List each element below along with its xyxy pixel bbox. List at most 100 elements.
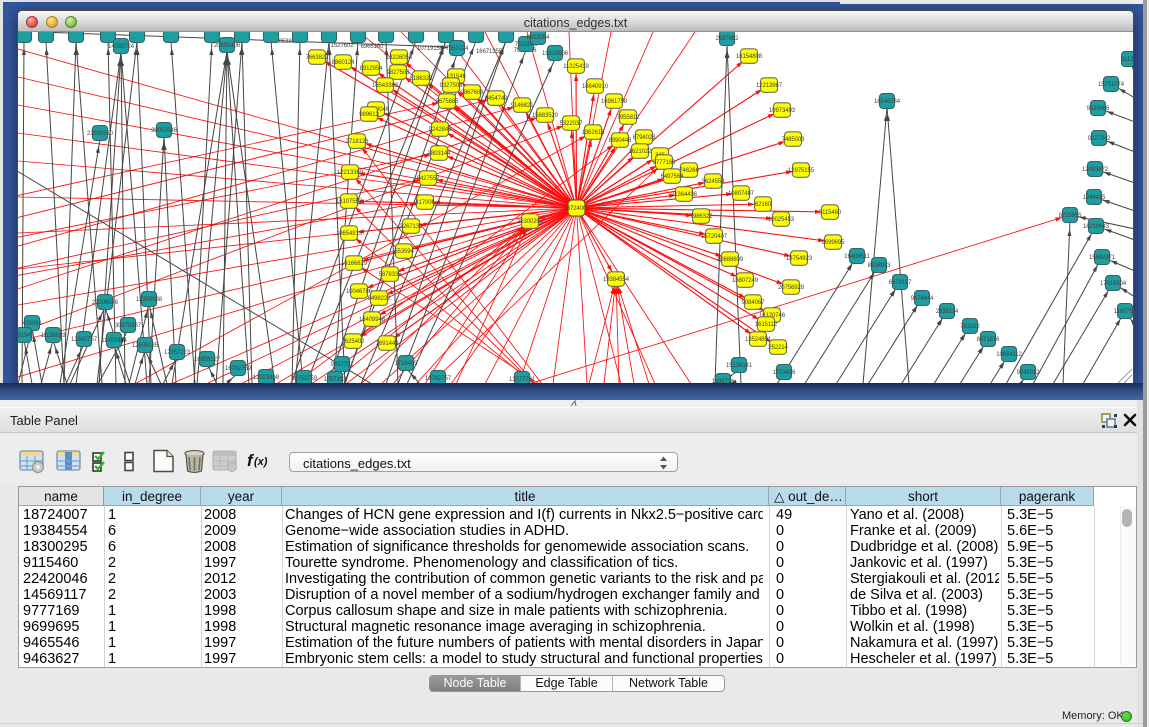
svg-text:16640910: 16640910	[582, 84, 609, 90]
svg-text:11451944: 11451944	[101, 338, 127, 344]
svg-text:8912954: 8912954	[360, 66, 383, 72]
svg-text:7955812: 7955812	[617, 115, 640, 121]
svg-text:16154808: 16154808	[736, 54, 763, 60]
svg-text:8990448: 8990448	[609, 138, 632, 144]
svg-text:12942757: 12942757	[71, 337, 98, 343]
svg-text:391547: 391547	[18, 333, 34, 339]
svg-text:10688609: 10688609	[717, 257, 744, 263]
svg-text:19384554: 19384554	[603, 277, 630, 283]
svg-text:7357224: 7357224	[446, 46, 469, 52]
svg-text:1691443: 1691443	[376, 341, 399, 347]
svg-text:16782759: 16782759	[225, 366, 252, 372]
svg-text:9227342: 9227342	[1088, 136, 1111, 142]
svg-text:11325419: 11325419	[563, 64, 589, 70]
svg-text:9498222: 9498222	[368, 296, 391, 302]
svg-text:1621022: 1621022	[629, 149, 652, 155]
svg-text:763262: 763262	[960, 324, 980, 330]
svg-text:12975155: 12975155	[788, 168, 815, 174]
svg-text:9327508: 9327508	[440, 83, 463, 89]
svg-text:6379197: 6379197	[889, 280, 912, 286]
svg-text:7485003: 7485003	[782, 137, 805, 143]
svg-text:(x): (x)	[254, 456, 268, 468]
svg-text:16409511: 16409511	[844, 254, 870, 260]
svg-text:29053346: 29053346	[151, 128, 178, 134]
svg-text:5322037: 5322037	[560, 121, 583, 127]
svg-text:15720407: 15720407	[701, 234, 728, 240]
svg-text:10654112: 10654112	[996, 352, 1022, 358]
svg-text:15751074: 15751074	[1098, 82, 1125, 88]
svg-text:415061: 415061	[22, 321, 42, 327]
svg-text:21606510: 21606510	[87, 131, 114, 137]
svg-text:16671355: 16671355	[476, 49, 503, 55]
svg-text:9329966: 9329966	[1087, 106, 1110, 112]
svg-text:10782757: 10782757	[425, 376, 452, 382]
svg-text:1716485: 1716485	[395, 361, 418, 367]
svg-text:252214: 252214	[768, 345, 788, 351]
svg-text:3267130: 3267130	[400, 224, 423, 230]
svg-text:12213369: 12213369	[337, 170, 364, 176]
svg-text:1527602: 1527602	[331, 43, 354, 49]
svg-text:6966160: 6966160	[361, 44, 384, 50]
svg-text:15136141: 15136141	[726, 363, 753, 369]
svg-text:19218506: 19218506	[542, 51, 569, 57]
svg-text:2867608: 2867608	[461, 90, 484, 96]
svg-text:17016504: 17016504	[1100, 281, 1127, 287]
svg-text:10719155: 10719155	[417, 46, 444, 52]
svg-text:8860124: 8860124	[332, 60, 355, 66]
svg-text:553594: 553594	[394, 249, 414, 255]
svg-text:10025453: 10025453	[768, 217, 795, 223]
svg-text:9777169: 9777169	[653, 160, 676, 166]
svg-text:8471876: 8471876	[977, 337, 1000, 343]
svg-text:989613: 989613	[359, 112, 379, 118]
svg-text:3624554: 3624554	[702, 179, 725, 185]
svg-text:20206576: 20206576	[92, 300, 119, 306]
svg-text:17957223: 17957223	[164, 350, 191, 356]
svg-text:16958127: 16958127	[194, 357, 221, 363]
svg-text:20691406: 20691406	[214, 43, 241, 49]
svg-text:9657791: 9657791	[331, 362, 354, 368]
svg-text:1713426: 1713426	[773, 370, 796, 376]
svg-text:20756928: 20756928	[778, 285, 805, 291]
svg-text:19166829: 19166829	[341, 261, 368, 267]
svg-text:13226058: 13226058	[386, 55, 413, 61]
svg-text:25300203: 25300203	[517, 219, 544, 225]
svg-text:18754923: 18754923	[786, 256, 813, 262]
svg-text:16210643: 16210643	[1083, 224, 1110, 230]
svg-text:6794028: 6794028	[633, 135, 656, 141]
svg-text:2718126: 2718126	[346, 139, 369, 145]
svg-text:30975887: 30975887	[115, 323, 142, 329]
svg-text:12923468: 12923468	[253, 375, 280, 381]
svg-text:16961758: 16961758	[601, 99, 628, 105]
svg-text:10752759: 10752759	[291, 376, 318, 382]
svg-text:18724007: 18724007	[564, 206, 591, 212]
svg-text:10807487: 10807487	[728, 191, 755, 197]
svg-text:1180753: 1180753	[1114, 309, 1133, 315]
svg-text:12213967: 12213967	[756, 83, 783, 89]
svg-text:9474444: 9474444	[911, 296, 934, 302]
svg-text:2687682: 2687682	[716, 36, 739, 42]
svg-text:10046786: 10046786	[346, 289, 373, 295]
svg-text:12359938: 12359938	[136, 297, 163, 303]
svg-text:16409948: 16409948	[359, 317, 386, 323]
svg-text:8186323: 8186323	[410, 76, 433, 82]
svg-text:12505135: 12505135	[132, 343, 159, 349]
svg-text:8454749: 8454749	[485, 96, 508, 102]
svg-text:2803144: 2803144	[428, 151, 451, 157]
svg-text:16543362: 16543362	[372, 83, 399, 89]
svg-text:8215955: 8215955	[1059, 213, 1082, 219]
svg-text:5878335: 5878335	[379, 272, 402, 278]
svg-text:18807249: 18807249	[732, 278, 759, 284]
svg-text:11156829: 11156829	[40, 333, 66, 339]
svg-text:8938913: 8938913	[868, 263, 891, 269]
svg-text:1244415: 1244415	[1083, 195, 1106, 201]
svg-text:62160: 62160	[755, 202, 772, 208]
svg-text:8427552: 8427552	[417, 176, 440, 182]
svg-text:15883520: 15883520	[532, 113, 559, 119]
svg-text:8813054: 8813054	[527, 35, 550, 41]
svg-text:11123: 11123	[1121, 57, 1133, 63]
svg-text:417006: 417006	[415, 200, 435, 206]
svg-text:6497568: 6497568	[661, 174, 684, 180]
svg-text:9245012: 9245012	[1017, 370, 1040, 376]
svg-text:15692971: 15692971	[1089, 255, 1116, 261]
svg-text:9115460: 9115460	[819, 210, 842, 216]
